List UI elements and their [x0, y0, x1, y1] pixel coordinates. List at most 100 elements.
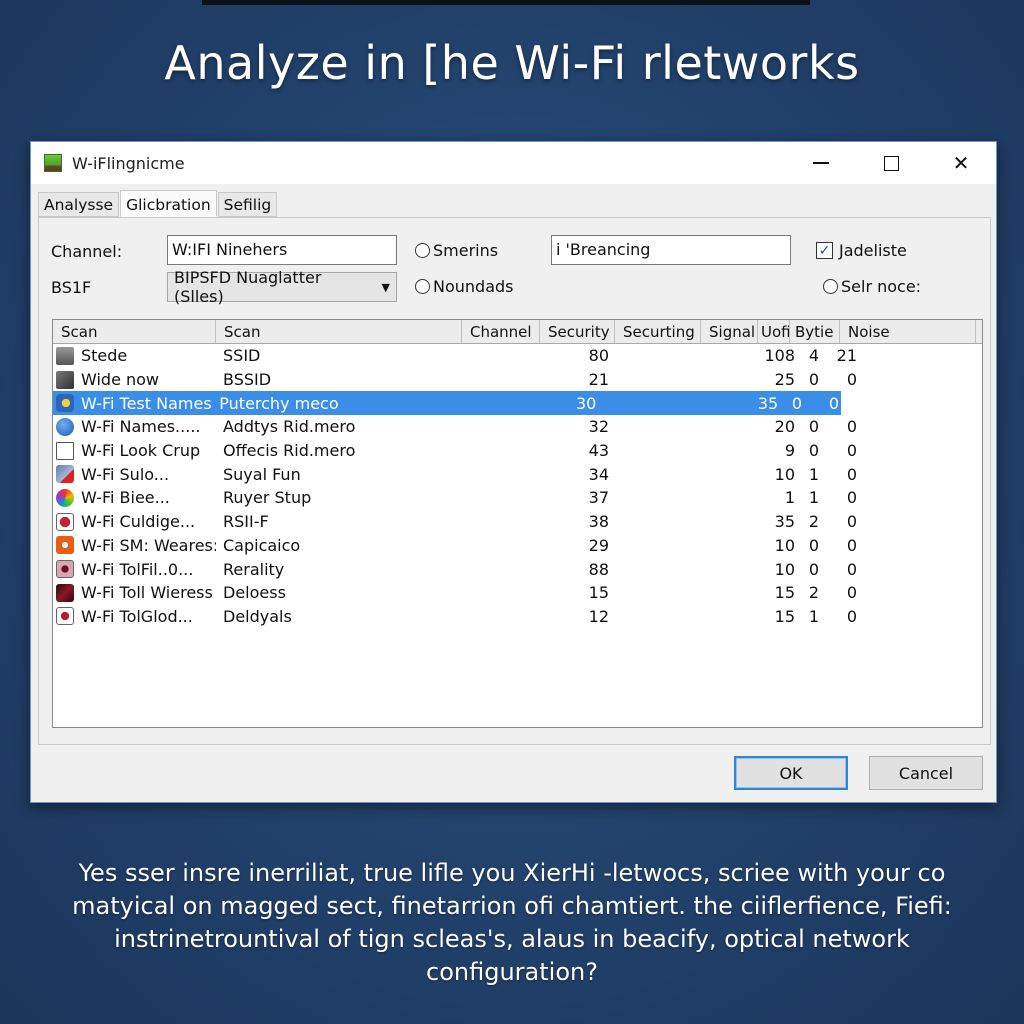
network-name-cell: Wide now — [53, 370, 216, 389]
uofi-cell: 0 — [808, 417, 820, 437]
table-row[interactable]: W-Fi Sulo... Suyal Fun 34 10 1 0 — [53, 462, 982, 486]
signal-cell: 25 — [774, 370, 795, 390]
table-row[interactable]: W-Fi TolFil..0... Rerality 88 10 0 0 — [53, 557, 982, 581]
cancel-button[interactable]: Cancel — [869, 756, 983, 790]
network-name-cell: W-Fi Biee... — [53, 488, 216, 507]
minimize-icon — [813, 162, 829, 164]
network-name: W-Fi SM: Weares: — [81, 535, 216, 555]
signal-cell: 10 — [774, 559, 795, 579]
radio-selr-noce[interactable]: Selr noce: — [823, 277, 921, 296]
column-header-bytie[interactable]: Bytie — [790, 320, 840, 343]
network-list[interactable]: Scan Scan Channel Security Securting Sig… — [52, 319, 983, 728]
table-row[interactable]: W-Fi SM: Weares: Capicaico 29 10 0 0 — [53, 534, 982, 558]
router-icon — [56, 346, 74, 365]
byte-cell: 21 — [836, 346, 857, 366]
network-name-cell: W-Fi SM: Weares: — [53, 536, 216, 555]
network-name: Stede — [81, 346, 128, 366]
network-name: W-Fi TolFil..0... — [81, 559, 194, 579]
channel-cell: 12 — [588, 606, 609, 626]
ssid-cell: SSID — [223, 346, 261, 366]
table-row[interactable]: W-Fi Look Crup Offecis Rid.mero 43 9 0 0 — [53, 439, 982, 463]
search-input[interactable]: i 'Breancing — [551, 235, 791, 265]
uofi-cell: 0 — [808, 559, 820, 579]
title-bar[interactable]: W-iFlingnicme ✕ — [31, 142, 996, 184]
signal-cell: 10 — [774, 535, 795, 555]
byte-cell: 0 — [846, 583, 857, 603]
page-headline: Analyze in [he Wi-Fi rletworks — [164, 36, 860, 90]
radio-noundads[interactable]: Noundads — [415, 277, 514, 296]
uofi-cell: 1 — [808, 488, 820, 508]
table-row[interactable]: W-Fi Culdige... RSII-F 38 35 2 0 — [53, 510, 982, 534]
app-icon — [44, 154, 62, 172]
maximize-button[interactable] — [856, 142, 926, 184]
column-header-scan-2[interactable]: Scan — [216, 320, 462, 343]
close-button[interactable]: ✕ — [926, 142, 996, 184]
globe-icon — [56, 394, 74, 413]
red-app-icon — [56, 607, 74, 626]
color-wheel-icon — [56, 488, 74, 507]
channel-cell: 29 — [588, 535, 609, 555]
column-header-securting[interactable]: Securting — [615, 320, 701, 343]
ssid-cell: Deloess — [223, 583, 286, 603]
dark-red-app-icon — [56, 583, 74, 602]
tab-glicbration[interactable]: Glicbration — [120, 190, 217, 217]
channel-input[interactable]: W:IFI Ninehers — [167, 235, 397, 265]
top-dark-bar — [202, 0, 810, 5]
byte-cell: 0 — [846, 606, 857, 626]
channel-cell: 15 — [588, 583, 609, 603]
wifi-dialog-window: W-iFlingnicme ✕ Analysse Glicbration Sef… — [30, 141, 997, 803]
signal-cell: 15 — [774, 583, 795, 603]
radio-smerins[interactable]: Smerins — [415, 241, 498, 260]
radio-circle-icon — [415, 279, 430, 294]
column-header-scan[interactable]: Scan — [53, 320, 216, 343]
table-row[interactable]: Wide now BSSID 21 25 0 0 — [53, 368, 982, 392]
tab-panel: Channel: W:IFI Ninehers BS1F BIPSFD Nuag… — [38, 217, 991, 745]
column-header-security[interactable]: Security — [540, 320, 615, 343]
bssid-combobox[interactable]: BIPSFD Nuaglatter (Slles) ▼ — [167, 268, 397, 306]
table-row[interactable]: W-Fi Toll Wieress Deloess 15 15 2 0 — [53, 581, 982, 605]
signal-cell: 10 — [774, 464, 795, 484]
column-header-uofi[interactable]: Uofi — [758, 320, 790, 343]
bssid-label: BS1F — [51, 278, 92, 297]
byte-cell: 0 — [846, 559, 857, 579]
network-name-cell: W-Fi Look Crup — [53, 441, 216, 460]
radio-smerins-label: Smerins — [433, 241, 499, 260]
signal-cell: 9 — [784, 441, 795, 461]
column-header-noise[interactable]: Noise — [840, 320, 976, 343]
network-name-cell: W-Fi Test Names — [53, 394, 212, 413]
column-header-signal[interactable]: Signal — [701, 320, 758, 343]
uofi-cell: 0 — [808, 441, 820, 461]
byte-cell: 0 — [846, 441, 857, 461]
table-row[interactable]: W-Fi Biee... Ruyer Stup 37 1 1 0 — [53, 486, 982, 510]
table-row[interactable]: W-Fi Names..... Addtys Rid.mero 32 20 0 0 — [53, 415, 982, 439]
network-name-cell: Stede — [53, 346, 216, 365]
radio-circle-icon — [415, 243, 430, 258]
jadeliste-checkbox[interactable]: ✓ Jadeliste — [816, 241, 907, 260]
list-body: Stede SSID 80 108 4 21 Wide now BSSID 21 25 0 0 W-Fi… — [53, 344, 982, 628]
minimize-button[interactable] — [786, 142, 856, 184]
channel-label: Channel: — [51, 242, 123, 261]
checkmark-icon: ✓ — [816, 242, 833, 259]
close-icon: ✕ — [952, 152, 970, 175]
table-row[interactable]: Stede SSID 80 108 4 21 — [53, 344, 982, 368]
orange-app-icon — [56, 536, 74, 555]
antenna-icon — [56, 370, 74, 389]
uofi-cell: 1 — [808, 606, 820, 626]
network-name: W-Fi Culdige... — [81, 512, 196, 532]
network-name: W-Fi Test Names — [81, 393, 212, 413]
shield-icon — [56, 512, 74, 531]
signal-cell: 1 — [784, 488, 795, 508]
tab-analysse[interactable]: Analysse — [38, 192, 120, 217]
uofi-cell: 1 — [808, 464, 820, 484]
byte-cell: 0 — [846, 512, 857, 532]
network-name: W-Fi Toll Wieress — [81, 583, 213, 603]
network-name: W-Fi Sulo... — [81, 464, 170, 484]
signal-cell: 35 — [774, 512, 795, 532]
table-row[interactable]: W-Fi TolGlod... Deldyals 12 15 1 0 — [53, 605, 982, 629]
uofi-cell: 0 — [791, 393, 803, 413]
network-name: Wide now — [81, 370, 160, 390]
ok-button[interactable]: OK — [734, 756, 848, 790]
column-header-channel[interactable]: Channel — [462, 320, 540, 343]
tab-sefilig[interactable]: Sefilig — [217, 192, 278, 217]
table-row[interactable]: W-Fi Test Names Puterchy meco 30 35 0 0 — [53, 391, 841, 416]
